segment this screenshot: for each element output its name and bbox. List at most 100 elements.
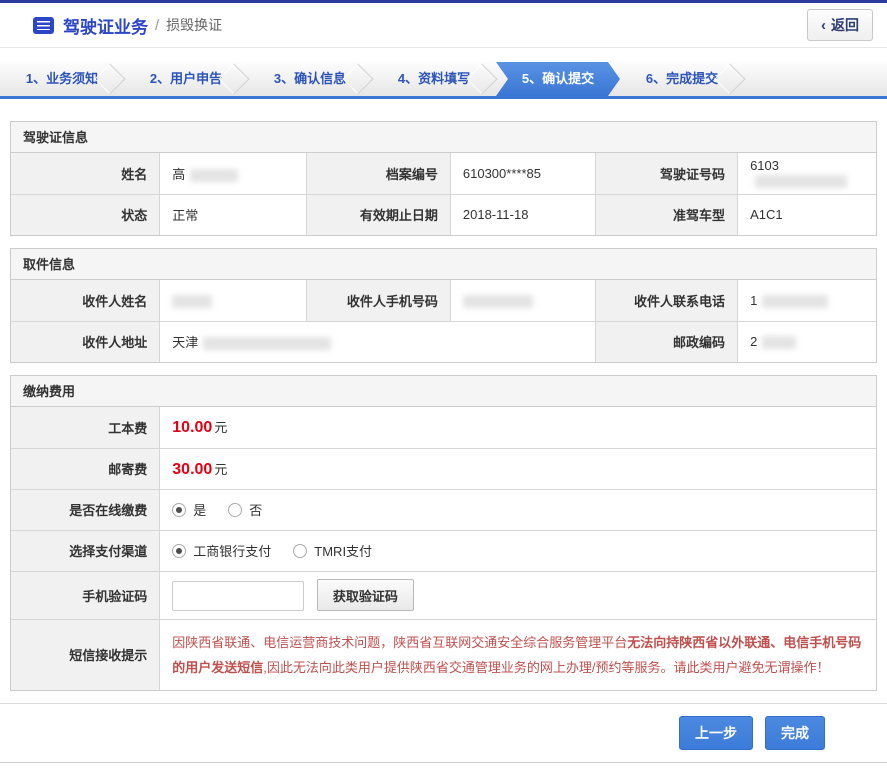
radio-tmri-icon[interactable] <box>293 543 308 558</box>
field-value-vehicle-class: A1C1 <box>737 193 876 235</box>
field-value-pay-channel: 工商银行支付 TMRI支付 <box>159 529 876 572</box>
field-value-sms-code: 获取验证码 <box>159 570 876 620</box>
field-label-recipient-name: 收件人姓名 <box>11 280 161 322</box>
license-info-table: 姓名 高 档案编号 610300****85 驾驶证号码 6103 状态 正常 … <box>11 153 876 235</box>
previous-step-button[interactable]: 上一步 <box>679 715 753 750</box>
section-title: 驾驶证信息 <box>11 122 876 153</box>
table-row: 邮寄费 30.00 元 <box>11 447 876 490</box>
radio-no-icon[interactable] <box>228 502 243 517</box>
field-value-online-pay: 是 否 <box>159 488 876 531</box>
radio-yes-icon[interactable] <box>172 502 187 517</box>
recipient-address-text: 天津 <box>172 335 199 351</box>
field-value-license-number: 6103 <box>737 153 876 195</box>
postage-fee-amount: 30.00 <box>172 460 213 478</box>
step-5-confirm-submit: 5、确认提交 <box>496 62 620 96</box>
field-label-online-pay: 是否在线缴费 <box>11 488 161 531</box>
field-value-recipient-name <box>159 280 308 322</box>
postal-code-text: 2 <box>750 334 758 350</box>
radio-icbc-icon[interactable] <box>172 543 187 558</box>
redacted-blur <box>190 168 239 182</box>
pickup-info-table: 收件人姓名 收件人手机号码 收件人联系电话 1 收件人地址 天津 邮政编码 2 <box>11 280 876 362</box>
table-row: 收件人姓名 收件人手机号码 收件人联系电话 1 <box>11 280 876 322</box>
redacted-blur <box>172 294 213 308</box>
redacted-blur <box>762 294 829 308</box>
field-value-postage-fee: 30.00 元 <box>159 447 876 490</box>
page-title: 驾驶证业务 <box>63 17 148 37</box>
field-label-postal-code: 邮政编码 <box>595 320 739 362</box>
table-row: 手机验证码 获取验证码 <box>11 570 876 620</box>
table-row: 选择支付渠道 工商银行支付 TMRI支付 <box>11 529 876 572</box>
chevron-left-icon: ‹ <box>821 16 826 34</box>
field-label-production-fee: 工本费 <box>11 407 161 449</box>
field-label-sms-code: 手机验证码 <box>11 570 161 620</box>
field-label-status: 状态 <box>11 193 161 235</box>
payment-fees-table: 工本费 10.00 元 邮寄费 30.00 元 是否在线缴费 是 否 选择支付渠… <box>11 407 876 690</box>
field-value-name: 高 <box>159 153 308 195</box>
production-fee-amount: 10.00 <box>172 419 213 437</box>
step-wizard: 1、业务须知 2、用户申告 3、确认信息 4、资料填写 5、确认提交 6、完成提… <box>0 62 887 99</box>
pay-channel-radio-group: 工商银行支付 TMRI支付 <box>172 541 864 560</box>
section-title: 取件信息 <box>11 249 876 280</box>
field-label-name: 姓名 <box>11 153 161 195</box>
field-label-sms-notice: 短信接收提示 <box>11 618 161 690</box>
radio-icbc-label[interactable]: 工商银行支付 <box>193 541 271 560</box>
breadcrumb-separator: / <box>155 16 160 34</box>
redacted-blur <box>462 294 533 308</box>
table-row: 姓名 高 档案编号 610300****85 驾驶证号码 6103 <box>11 153 876 195</box>
get-code-button[interactable]: 获取验证码 <box>316 579 414 611</box>
currency-unit: 元 <box>214 420 228 436</box>
finish-button[interactable]: 完成 <box>765 715 825 750</box>
page-header: 驾驶证业务 / 损毁换证 ‹ 返回 <box>0 3 887 48</box>
name-value-text: 高 <box>172 166 186 182</box>
back-button[interactable]: ‹ 返回 <box>807 9 873 41</box>
field-value-production-fee: 10.00 元 <box>159 407 876 449</box>
field-label-vehicle-class: 准驾车型 <box>595 193 739 235</box>
step-4-fill-data: 4、资料填写 <box>372 62 496 96</box>
step-2-user-declaration: 2、用户申告 <box>124 62 248 96</box>
table-row: 工本费 10.00 元 <box>11 407 876 449</box>
radio-no-label[interactable]: 否 <box>249 500 262 519</box>
page-subtitle: 损毁换证 <box>166 17 223 33</box>
back-button-label: 返回 <box>831 17 859 33</box>
sms-code-input[interactable] <box>172 581 305 611</box>
field-value-postal-code: 2 <box>737 320 876 362</box>
field-label-postage-fee: 邮寄费 <box>11 447 161 490</box>
list-icon <box>33 16 54 34</box>
field-label-file-number: 档案编号 <box>306 153 451 195</box>
footer-actions: 上一步 完成 <box>0 702 887 760</box>
page-bottom-divider <box>0 761 887 763</box>
field-value-sms-notice: 因陕西省联通、电信运营商技术问题，陕西省互联网交通安全综合服务管理平台无法向持陕… <box>159 618 876 690</box>
field-value-valid-until: 2018-11-18 <box>449 193 597 235</box>
field-value-status: 正常 <box>159 193 308 235</box>
table-row: 是否在线缴费 是 否 <box>11 488 876 531</box>
notice-text-post: ,因此无法向此类用户提供陕西省交通管理业务的网上办理/预约等服务。请此类用户避免… <box>263 659 830 675</box>
redacted-blur <box>755 175 848 189</box>
step-6-finish-submit: 6、完成提交 <box>620 62 744 96</box>
notice-text-pre: 因陕西省联通、电信运营商技术问题，陕西省互联网交通安全综合服务管理平台 <box>172 634 628 650</box>
section-pickup-info: 取件信息 收件人姓名 收件人手机号码 收件人联系电话 1 收件人地址 天津 邮政… <box>10 248 877 363</box>
online-pay-radio-group: 是 否 <box>172 500 864 519</box>
field-label-license-number: 驾驶证号码 <box>595 153 739 195</box>
section-title: 缴纳费用 <box>11 376 876 407</box>
radio-tmri-label[interactable]: TMRI支付 <box>314 541 372 560</box>
redacted-blur <box>762 336 797 350</box>
currency-unit: 元 <box>214 461 228 477</box>
section-payment-fees: 缴纳费用 工本费 10.00元 邮寄费 30.00元 是否在线缴费 是 否 <box>10 375 877 691</box>
field-label-recipient-mobile: 收件人手机号码 <box>306 280 451 322</box>
redacted-blur <box>203 337 332 351</box>
breadcrumb: 驾驶证业务 / 损毁换证 <box>33 13 222 38</box>
field-value-recipient-address: 天津 <box>159 320 597 362</box>
section-license-info: 驾驶证信息 姓名 高 档案编号 610300****85 驾驶证号码 6103 … <box>10 121 877 236</box>
field-value-file-number: 610300****85 <box>449 153 597 195</box>
field-value-recipient-mobile <box>449 280 597 322</box>
step-1-business-notice: 1、业务须知 <box>0 62 124 96</box>
table-row: 短信接收提示 因陕西省联通、电信运营商技术问题，陕西省互联网交通安全综合服务管理… <box>11 618 876 690</box>
field-label-recipient-phone: 收件人联系电话 <box>595 280 739 322</box>
step-3-confirm-info: 3、确认信息 <box>248 62 372 96</box>
table-row: 收件人地址 天津 邮政编码 2 <box>11 320 876 362</box>
field-value-recipient-phone: 1 <box>737 280 876 322</box>
field-label-pay-channel: 选择支付渠道 <box>11 529 161 572</box>
sms-notice-text: 因陕西省联通、电信运营商技术问题，陕西省互联网交通安全综合服务管理平台无法向持陕… <box>172 630 864 680</box>
recipient-phone-text: 1 <box>750 292 758 308</box>
radio-yes-label[interactable]: 是 <box>193 500 206 519</box>
